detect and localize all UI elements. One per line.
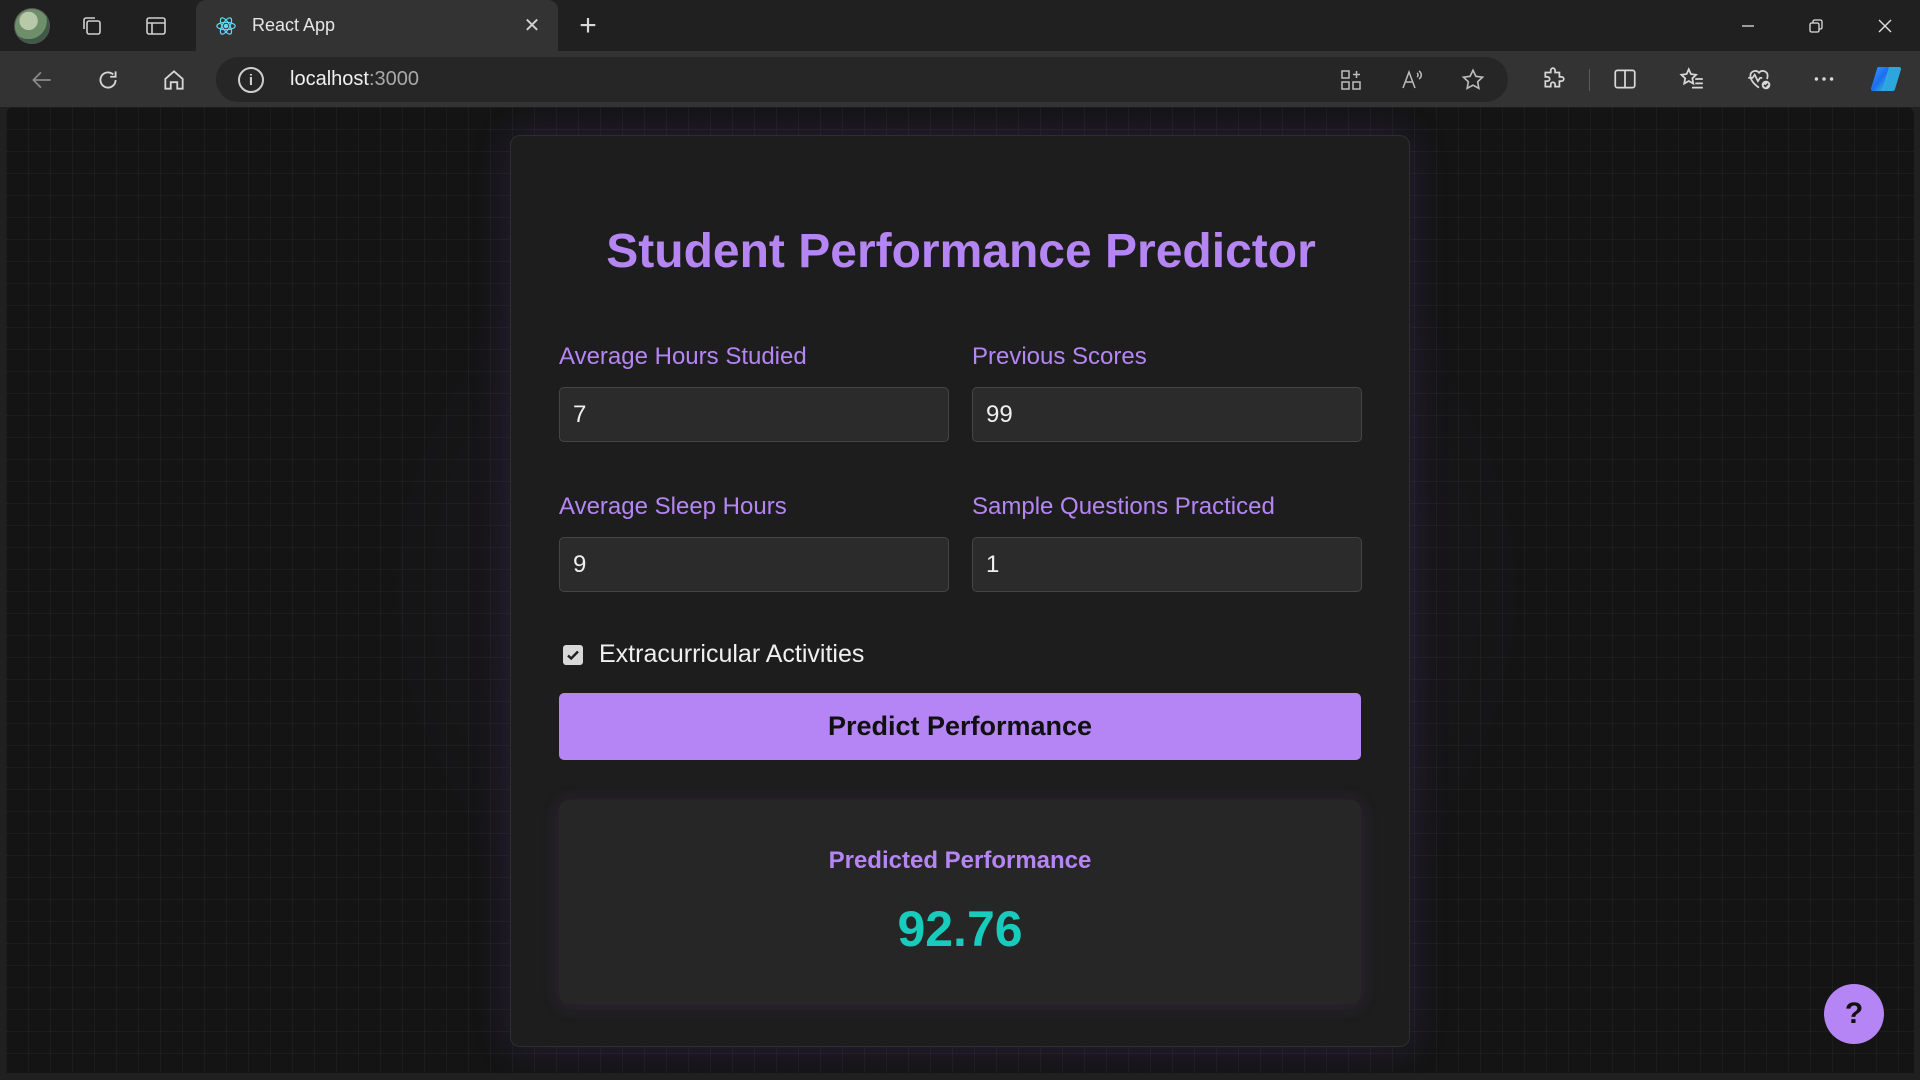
copilot-icon[interactable] <box>1869 62 1903 96</box>
browser-essentials-icon[interactable] <box>1742 62 1776 96</box>
address-bar[interactable]: i localhost:3000 <box>216 57 1508 102</box>
tab-react-app[interactable]: React App ✕ <box>196 0 558 51</box>
sample-questions-input[interactable] <box>972 537 1362 592</box>
app-available-icon[interactable] <box>1337 66 1365 94</box>
window-close-icon[interactable] <box>1857 6 1913 46</box>
tab-title: React App <box>252 15 336 35</box>
browser-titlebar: React App ✕ + <box>0 0 1920 51</box>
extensions-icon[interactable] <box>1537 62 1571 96</box>
extracurricular-label: Extracurricular Activities <box>599 640 865 668</box>
back-icon[interactable] <box>25 63 59 97</box>
sleep-hours-input[interactable] <box>559 537 949 592</box>
home-icon[interactable] <box>157 63 191 97</box>
toolbar-divider <box>1589 69 1590 91</box>
restore-icon[interactable] <box>1788 6 1844 46</box>
hours-studied-label: Average Hours Studied <box>559 343 807 370</box>
result-label: Predicted Performance <box>828 847 1092 874</box>
page-viewport: Student Performance Predictor Average Ho… <box>6 107 1914 1073</box>
result-panel: Predicted Performance 92.76 <box>559 800 1361 1004</box>
page-title: Student Performance Predictor <box>606 225 1316 278</box>
previous-scores-field: Previous Scores <box>972 343 1362 442</box>
favorites-icon[interactable] <box>1675 62 1709 96</box>
predict-performance-button[interactable]: Predict Performance <box>559 693 1361 760</box>
profile-avatar[interactable] <box>14 8 50 44</box>
sleep-hours-field: Average Sleep Hours <box>559 493 949 592</box>
sleep-hours-label: Average Sleep Hours <box>559 493 787 520</box>
sample-questions-field: Sample Questions Practiced <box>972 493 1362 592</box>
new-tab-icon[interactable]: + <box>572 9 604 42</box>
minimize-icon[interactable] <box>1720 6 1776 46</box>
tab-actions-icon[interactable] <box>140 10 172 42</box>
previous-scores-input[interactable] <box>972 387 1362 442</box>
hours-studied-input[interactable] <box>559 387 949 442</box>
browser-toolbar: i localhost:3000 <box>0 51 1920 107</box>
more-icon[interactable] <box>1807 62 1841 96</box>
workspaces-icon[interactable] <box>76 10 108 42</box>
split-screen-icon[interactable] <box>1608 62 1642 96</box>
previous-scores-label: Previous Scores <box>972 343 1147 370</box>
read-aloud-icon[interactable] <box>1398 66 1426 94</box>
extracurricular-row: Extracurricular Activities <box>563 640 864 669</box>
help-button[interactable]: ? <box>1824 984 1884 1044</box>
result-value: 92.76 <box>897 901 1023 957</box>
hours-studied-field: Average Hours Studied <box>559 343 949 442</box>
refresh-icon[interactable] <box>91 63 125 97</box>
favorite-star-icon[interactable] <box>1459 66 1487 94</box>
url-text[interactable]: localhost:3000 <box>290 68 419 91</box>
react-favicon <box>214 14 238 38</box>
close-icon[interactable]: ✕ <box>520 13 544 37</box>
predictor-card: Student Performance Predictor Average Ho… <box>510 135 1410 1047</box>
site-info-icon[interactable]: i <box>238 67 264 93</box>
extracurricular-checkbox[interactable] <box>563 644 583 665</box>
sample-questions-label: Sample Questions Practiced <box>972 493 1275 520</box>
